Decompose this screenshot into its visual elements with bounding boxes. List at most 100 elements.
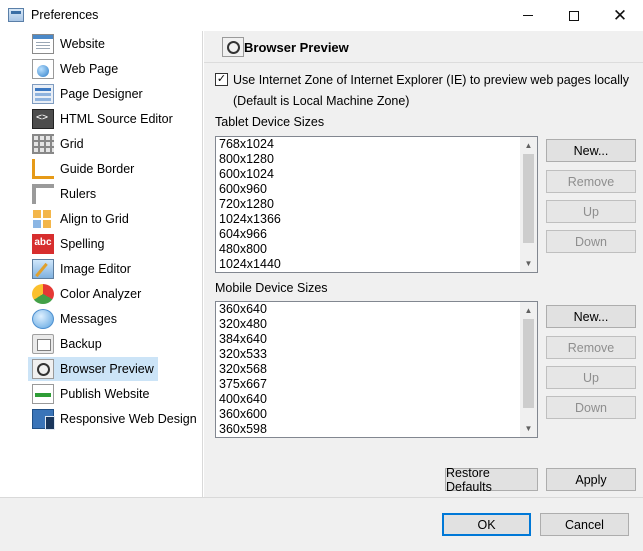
browser-preview-icon: [222, 37, 244, 57]
scroll-down-icon[interactable]: ▼: [520, 255, 537, 272]
responsive-web-design-icon: [32, 409, 55, 430]
sidebar-item-label: Responsive Web Design: [60, 412, 197, 426]
browser-preview-icon: [32, 359, 54, 379]
guide-border-icon: [32, 159, 54, 179]
tablet-new-button[interactable]: New...: [546, 139, 636, 162]
publish-website-icon: [32, 384, 54, 404]
sidebar-item-html-source-editor[interactable]: HTML Source Editor: [28, 107, 177, 131]
sidebar-item-website[interactable]: Website: [28, 32, 109, 56]
html-source-editor-icon: [32, 109, 54, 129]
page-designer-icon: [32, 84, 54, 104]
scroll-up-icon[interactable]: ▲: [520, 302, 537, 319]
ok-button[interactable]: OK: [442, 513, 531, 536]
preferences-sidebar: Website Web Page Page Designer HTML Sour…: [0, 31, 203, 497]
mobile-sizes-list[interactable]: 360x640 320x480 384x640 320x533 320x568 …: [215, 301, 538, 438]
mobile-new-button[interactable]: New...: [546, 305, 636, 328]
close-button[interactable]: ✕: [597, 0, 643, 31]
sidebar-item-align-to-grid[interactable]: Align to Grid: [28, 207, 133, 231]
list-item[interactable]: 1024x1440: [216, 257, 519, 272]
image-editor-icon: [32, 259, 54, 279]
minimize-button[interactable]: [505, 0, 551, 31]
backup-icon: [32, 334, 54, 354]
list-item[interactable]: 1024x1366: [216, 212, 519, 227]
mobile-up-button[interactable]: Up: [546, 366, 636, 389]
sidebar-item-image-editor[interactable]: Image Editor: [28, 257, 135, 281]
ie-zone-checkbox[interactable]: ✓: [215, 73, 228, 86]
sidebar-item-color-analyzer[interactable]: Color Analyzer: [28, 282, 145, 306]
sidebar-item-label: Color Analyzer: [60, 287, 142, 301]
grid-icon: [32, 134, 54, 154]
sidebar-item-label: Image Editor: [60, 262, 131, 276]
list-item[interactable]: 600x1024: [216, 167, 519, 182]
mobile-down-button[interactable]: Down: [546, 396, 636, 419]
rulers-icon: [32, 184, 54, 204]
sidebar-item-publish-website[interactable]: Publish Website: [28, 382, 153, 406]
tablet-up-button[interactable]: Up: [546, 200, 636, 223]
ie-zone-sublabel: (Default is Local Machine Zone): [233, 94, 410, 108]
mobile-remove-button[interactable]: Remove: [546, 336, 636, 359]
list-item[interactable]: 360x598: [216, 422, 519, 437]
messages-icon: [32, 309, 54, 329]
website-icon: [32, 34, 54, 54]
list-item[interactable]: 400x640: [216, 392, 519, 407]
scroll-down-icon[interactable]: ▼: [520, 420, 537, 437]
sidebar-item-guide-border[interactable]: Guide Border: [28, 157, 138, 181]
list-item[interactable]: 320x480: [216, 317, 519, 332]
list-item[interactable]: 720x1280: [216, 197, 519, 212]
list-item[interactable]: 800x1280: [216, 152, 519, 167]
sidebar-item-messages[interactable]: Messages: [28, 307, 121, 331]
tablet-sizes-list[interactable]: 768x1024 800x1280 600x1024 600x960 720x1…: [215, 136, 538, 273]
mobile-sizes-label: Mobile Device Sizes: [215, 281, 328, 295]
tablet-remove-button[interactable]: Remove: [546, 170, 636, 193]
list-item[interactable]: 320x568: [216, 362, 519, 377]
ie-zone-label[interactable]: Use Internet Zone of Internet Explorer (…: [233, 73, 629, 87]
sidebar-item-backup[interactable]: Backup: [28, 332, 106, 356]
list-item[interactable]: 768x1024: [216, 137, 519, 152]
sidebar-item-grid[interactable]: Grid: [28, 132, 88, 156]
apply-button[interactable]: Apply: [546, 468, 636, 491]
scroll-up-icon[interactable]: ▲: [520, 137, 537, 154]
sidebar-item-web-page[interactable]: Web Page: [28, 57, 122, 81]
dialog-footer: OK Cancel: [0, 497, 643, 551]
sidebar-item-label: Browser Preview: [60, 362, 154, 376]
spelling-icon: abc: [32, 234, 54, 254]
list-item[interactable]: 600x960: [216, 182, 519, 197]
sidebar-item-label: Grid: [60, 137, 84, 151]
web-page-icon: [32, 59, 54, 79]
maximize-icon: [569, 10, 579, 21]
tablet-list-scrollbar[interactable]: ▲ ▼: [520, 137, 537, 272]
color-analyzer-icon: [32, 284, 54, 304]
list-item[interactable]: 480x800: [216, 242, 519, 257]
header-divider: [204, 62, 643, 63]
settings-panel: Browser Preview ✓ Use Internet Zone of I…: [204, 31, 643, 497]
app-icon: [8, 8, 24, 22]
cancel-button[interactable]: Cancel: [540, 513, 629, 536]
list-item[interactable]: 375x667: [216, 377, 519, 392]
list-item[interactable]: 360x640: [216, 302, 519, 317]
align-to-grid-icon: [32, 209, 54, 229]
list-item[interactable]: 384x640: [216, 332, 519, 347]
sidebar-item-responsive-web-design[interactable]: Responsive Web Design: [28, 407, 201, 431]
sidebar-item-label: Messages: [60, 312, 117, 326]
sidebar-item-browser-preview[interactable]: Browser Preview: [28, 357, 158, 381]
list-item[interactable]: 360x600: [216, 407, 519, 422]
sidebar-item-label: Publish Website: [60, 387, 150, 401]
mobile-list-scrollbar[interactable]: ▲ ▼: [520, 302, 537, 437]
restore-defaults-button[interactable]: Restore Defaults: [445, 466, 538, 494]
sidebar-item-label: HTML Source Editor: [60, 112, 173, 126]
scroll-thumb[interactable]: [523, 154, 534, 243]
panel-header: Browser Preview: [204, 31, 643, 63]
window-title: Preferences: [31, 8, 99, 22]
tablet-down-button[interactable]: Down: [546, 230, 636, 253]
sidebar-item-rulers[interactable]: Rulers: [28, 182, 100, 206]
maximize-button[interactable]: [551, 0, 597, 31]
sidebar-item-label: Website: [60, 37, 105, 51]
sidebar-item-label: Align to Grid: [60, 212, 129, 226]
sidebar-item-page-designer[interactable]: Page Designer: [28, 82, 147, 106]
sidebar-item-spelling[interactable]: abc Spelling: [28, 232, 108, 256]
panel-title: Browser Preview: [244, 40, 349, 55]
list-item[interactable]: 604x966: [216, 227, 519, 242]
sidebar-item-label: Guide Border: [60, 162, 135, 176]
list-item[interactable]: 320x533: [216, 347, 519, 362]
scroll-thumb[interactable]: [523, 319, 534, 408]
